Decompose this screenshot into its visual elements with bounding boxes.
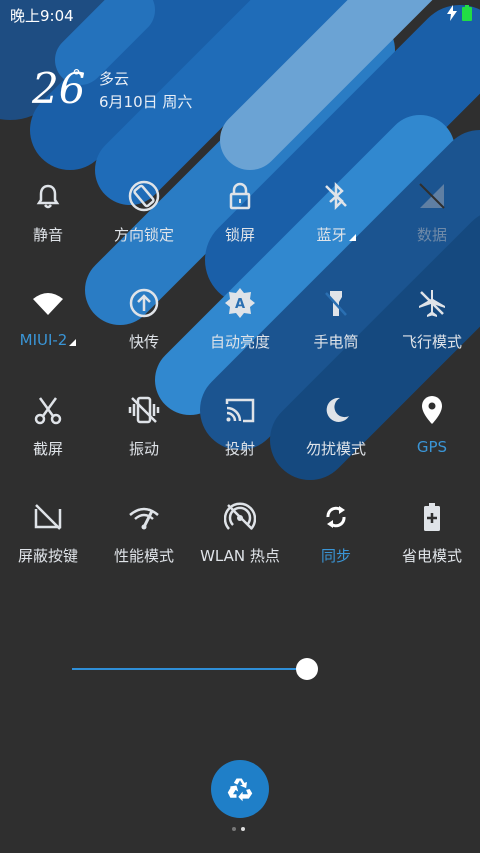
sync-icon [326, 506, 346, 528]
bluetooth-off-icon [325, 181, 347, 211]
degree-symbol: ° [72, 66, 81, 87]
weather-widget[interactable]: 26 ° 多云 6月10日 周六 [28, 60, 288, 120]
tile-label: 截屏 [32, 440, 63, 458]
tile-vibrate[interactable]: 振动 [96, 384, 192, 474]
tile-label: 数据 [416, 226, 447, 244]
recycle-icon [227, 778, 253, 802]
tile-label: 性能模式 [113, 547, 174, 565]
tile-label: 飞行模式 [401, 333, 462, 351]
charging-icon [447, 5, 457, 21]
tile-label: 蓝牙 [288, 224, 384, 245]
tile-label: 同步 [320, 547, 351, 565]
tile-label-text: 蓝牙 [316, 226, 347, 244]
moon-icon [326, 397, 349, 422]
mobile-data-off-icon [419, 183, 445, 209]
clean-button[interactable] [211, 760, 269, 818]
tile-label: 勿扰模式 [305, 440, 366, 458]
quick-transfer-icon [129, 288, 159, 318]
tile-label: 静音 [32, 226, 63, 244]
tile-flashlight[interactable]: 手电筒 [288, 277, 384, 367]
tile-mobile-data[interactable]: 数据 [384, 170, 480, 260]
wifi-icon [33, 293, 63, 315]
tile-rotation-lock[interactable]: 方向锁定 [96, 170, 192, 260]
tile-battery-saver[interactable]: 省电模式 [384, 491, 480, 581]
tile-label: 锁屏 [224, 226, 255, 244]
performance-icon [129, 507, 159, 530]
tile-quick-transfer[interactable]: 快传 [96, 277, 192, 367]
tile-label: 方向锁定 [113, 226, 174, 244]
scissors-icon [34, 397, 62, 425]
tile-bluetooth[interactable]: 蓝牙 [288, 170, 384, 260]
svg-text:A: A [235, 297, 245, 312]
bell-icon [36, 184, 60, 209]
auto-brightness-icon: A [225, 288, 255, 318]
tile-auto-brightness[interactable]: A 自动亮度 [192, 277, 288, 367]
tile-block-keys[interactable]: 屏蔽按键 [0, 491, 96, 581]
tile-performance[interactable]: 性能模式 [96, 491, 192, 581]
hotspot-off-icon [224, 502, 256, 530]
tile-silent[interactable]: 静音 [0, 170, 96, 260]
block-keys-icon [34, 504, 62, 530]
flashlight-icon [325, 291, 347, 316]
airplane-icon [419, 290, 445, 317]
vibrate-icon [128, 396, 160, 424]
status-icons [447, 5, 472, 21]
battery-saver-icon [424, 503, 440, 531]
tile-label: WLAN 热点 [200, 547, 280, 565]
tile-label: 振动 [128, 440, 159, 458]
tile-label: GPS [416, 438, 448, 456]
page-dot-active[interactable] [241, 827, 245, 831]
lock-icon [229, 182, 251, 210]
tile-label: 快传 [128, 333, 159, 351]
status-time: 晚上9:04 [10, 7, 74, 25]
weather-condition: 多云 [99, 70, 130, 88]
rotation-lock-icon [128, 180, 160, 212]
tile-do-not-disturb[interactable]: 勿扰模式 [288, 384, 384, 474]
tile-hotspot[interactable]: WLAN 热点 [192, 491, 288, 581]
tile-gps[interactable]: GPS [384, 384, 480, 474]
tile-label: MIUI-2 [0, 331, 96, 349]
tile-label: 自动亮度 [209, 333, 270, 351]
weather-date: 6月10日 周六 [99, 93, 193, 111]
tile-label: 手电筒 [313, 333, 359, 351]
tile-cast[interactable]: 投射 [192, 384, 288, 474]
expand-corner-icon [69, 339, 77, 346]
cast-icon [225, 398, 255, 423]
expand-corner-icon [348, 234, 356, 241]
tile-screenshot[interactable]: 截屏 [0, 384, 96, 474]
tile-label: 屏蔽按键 [17, 547, 78, 565]
tile-sync[interactable]: 同步 [288, 491, 384, 581]
brightness-thumb[interactable] [296, 658, 318, 680]
tile-airplane[interactable]: 飞行模式 [384, 277, 480, 367]
battery-icon [462, 5, 472, 21]
brightness-track[interactable] [72, 668, 307, 670]
page-dot[interactable] [232, 827, 236, 831]
tile-label: 投射 [224, 440, 255, 458]
brightness-slider[interactable] [72, 658, 330, 680]
tile-label-text: MIUI-2 [19, 331, 68, 349]
location-pin-icon [422, 396, 442, 424]
tile-wifi[interactable]: MIUI-2 [0, 277, 96, 367]
tile-label: 省电模式 [401, 547, 462, 565]
status-bar: 晚上9:04 [0, 0, 480, 28]
tile-lock-screen[interactable]: 锁屏 [192, 170, 288, 260]
page-indicator [232, 827, 245, 831]
